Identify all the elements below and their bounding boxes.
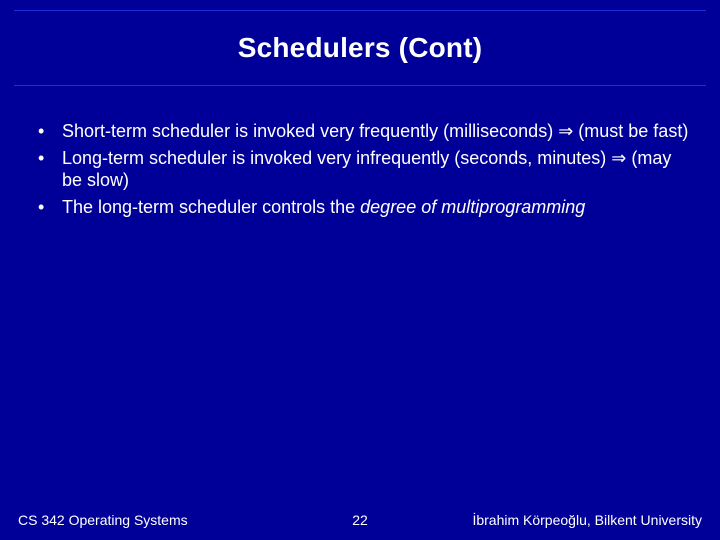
- bullet-list: Short-term scheduler is invoked very fre…: [28, 120, 696, 218]
- bullet-item: Short-term scheduler is invoked very fre…: [28, 120, 696, 143]
- footer-author: İbrahim Körpeoğlu, Bilkent University: [472, 512, 702, 528]
- slide-title: Schedulers (Cont): [238, 32, 483, 64]
- footer-course: CS 342 Operating Systems: [18, 512, 188, 528]
- bullet-text-pre: The long-term scheduler controls the: [62, 197, 360, 217]
- footer-page-number: 22: [352, 512, 368, 528]
- slide-body: Short-term scheduler is invoked very fre…: [28, 120, 696, 222]
- slide-footer: CS 342 Operating Systems 22 İbrahim Körp…: [18, 508, 702, 528]
- title-container: Schedulers (Cont): [14, 10, 706, 86]
- bullet-text-post: (must be fast): [573, 121, 688, 141]
- arrow-icon: ⇒: [611, 148, 626, 168]
- bullet-text-pre: Long-term scheduler is invoked very infr…: [62, 148, 611, 168]
- bullet-text-italic: degree of multiprogramming: [360, 197, 585, 217]
- slide: Schedulers (Cont) Short-term scheduler i…: [0, 0, 720, 540]
- bullet-item: Long-term scheduler is invoked very infr…: [28, 147, 696, 192]
- arrow-icon: ⇒: [558, 121, 573, 141]
- bullet-item: The long-term scheduler controls the deg…: [28, 196, 696, 219]
- bullet-text-pre: Short-term scheduler is invoked very fre…: [62, 121, 558, 141]
